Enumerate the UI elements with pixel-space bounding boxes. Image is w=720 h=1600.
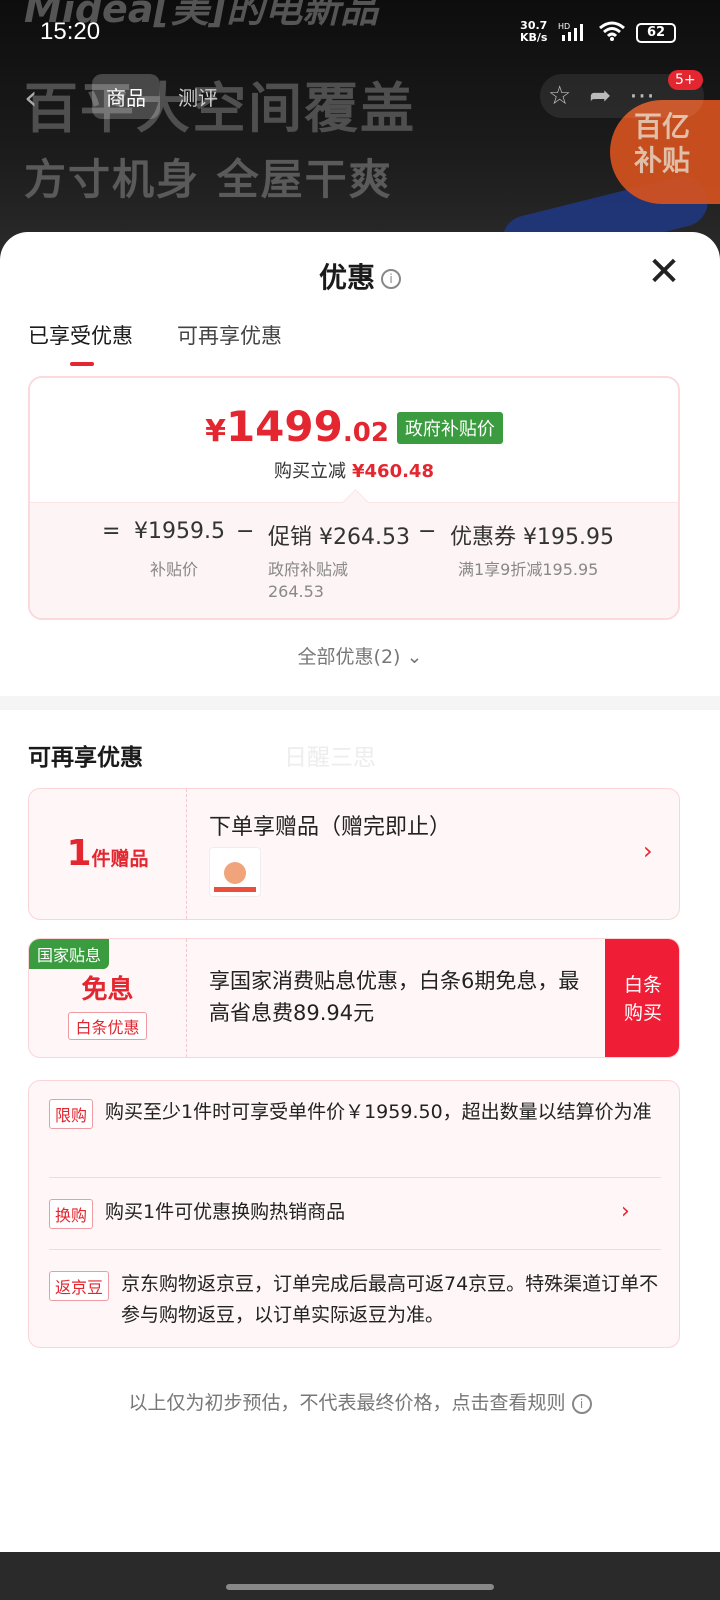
chevron-down-icon: ⌄	[400, 646, 423, 668]
chevron-right-icon: ›	[621, 1199, 630, 1224]
interest-description: 享国家消费贴息优惠，白条6期免息，最高省息费89.94元	[209, 969, 580, 1025]
tab-applied-offers[interactable]: 已享受优惠	[28, 320, 133, 366]
status-icons: HD 62	[558, 20, 676, 46]
gift-thumbnail	[209, 847, 261, 897]
status-time: 15:20	[40, 18, 101, 45]
svg-text:HD: HD	[558, 22, 570, 31]
interest-free-card: 免息 白条优惠 国家贴息 享国家消费贴息优惠，白条6期免息，最高省息费89.94…	[28, 938, 680, 1058]
footer-note[interactable]: 以上仅为初步预估，不代表最终价格，点击查看规则 i	[0, 1388, 720, 1415]
national-interest-tag: 国家贴息	[29, 939, 110, 969]
discount-sheet: 优惠 i ✕ 已享受优惠 可再享优惠 ¥ 1499 .02 政府补贴价 购买立减 ¥…	[0, 232, 720, 1552]
equals-sign: =	[102, 519, 121, 544]
base-price-value: ¥1959.5	[134, 519, 225, 544]
share-icon[interactable]: ➦	[589, 81, 611, 111]
rule-purchase-limit: 限购 购买至少1件时可享受单件价￥1959.50，超出数量以结算价为准	[49, 1097, 661, 1129]
rules-card: 限购 购买至少1件时可享受单件价￥1959.50，超出数量以结算价为准 换购 购…	[28, 1080, 680, 1348]
base-price-label: 补贴价	[150, 560, 199, 579]
minus-sign: −	[418, 519, 437, 544]
chevron-right-icon: ›	[643, 837, 653, 865]
offer-tabs: 已享受优惠 可再享优惠	[28, 320, 282, 366]
signal-icon: HD	[558, 21, 588, 45]
tab-product[interactable]: 商品	[92, 74, 160, 119]
product-nav-tabs: 商品 测评	[92, 74, 232, 119]
coupon-label: 满1享9折减195.95	[458, 560, 599, 579]
price-saving: 购买立减 ¥460.48	[274, 461, 434, 482]
rule-tag: 限购	[49, 1099, 94, 1129]
sheet-title: 优惠 i	[0, 256, 720, 296]
star-icon[interactable]: ☆	[548, 81, 571, 111]
back-icon[interactable]: ‹	[24, 78, 38, 118]
rule-exchange[interactable]: 换购 购买1件可优惠换购热销商品	[49, 1197, 661, 1229]
watermark: 日醒三思	[284, 745, 376, 771]
network-speed: 30.7 KB/s	[520, 19, 548, 44]
rule-tag: 返京豆	[49, 1271, 110, 1301]
price-breakdown: = ¥1959.5 补贴价 − 促销 ¥264.53 政府补贴减 264.53 …	[30, 502, 678, 618]
promo-value: 促销 ¥264.53	[268, 525, 410, 550]
baitiao-buy-button[interactable]: 白条 购买	[605, 939, 679, 1057]
battery-icon: 62	[636, 23, 676, 43]
info-icon: i	[571, 1393, 592, 1414]
hero-subheadline: 方寸机身 全屋干爽	[24, 155, 393, 204]
gov-subsidy-tag: 政府补贴价	[396, 412, 503, 444]
more-icon[interactable]: ⋯	[629, 81, 655, 111]
coupon-value: 优惠券 ¥195.95	[450, 525, 614, 550]
close-icon[interactable]: ✕	[644, 252, 684, 292]
rule-divider	[49, 1249, 661, 1250]
info-icon[interactable]: i	[381, 269, 401, 289]
final-price: ¥ 1499 .02 政府补贴价	[30, 378, 678, 451]
gift-title: 下单享赠品（赠完即止）	[209, 815, 452, 840]
section-divider	[0, 696, 720, 710]
rule-jd-beans: 返京豆 京东购物返京豆，订单完成后最高可返74京豆。特殊渠道订单不参与购物返豆，…	[49, 1269, 661, 1331]
gift-count: 1件赠品	[29, 789, 187, 919]
tab-review[interactable]: 测评	[164, 74, 232, 119]
gift-card[interactable]: 1件赠品 下单享赠品（赠完即止） ›	[28, 788, 680, 920]
status-bar: 15:20 30.7 KB/s HD 62	[0, 0, 720, 64]
home-indicator[interactable]	[226, 1584, 494, 1590]
tab-more-offers[interactable]: 可再享优惠	[177, 320, 282, 350]
wifi-icon	[598, 20, 626, 46]
all-offers-toggle[interactable]: 全部优惠(2) ⌄	[0, 642, 720, 669]
minus-sign: −	[236, 519, 255, 544]
section-title: 可再享优惠	[28, 745, 143, 771]
rule-divider	[49, 1177, 661, 1178]
price-card: ¥ 1499 .02 政府补贴价 购买立减 ¥460.48 = ¥1959.5 补…	[28, 376, 680, 620]
message-badge: 5+	[668, 70, 703, 90]
rule-tag: 换购	[49, 1199, 94, 1229]
promo-label: 政府补贴减 264.53	[268, 560, 349, 601]
